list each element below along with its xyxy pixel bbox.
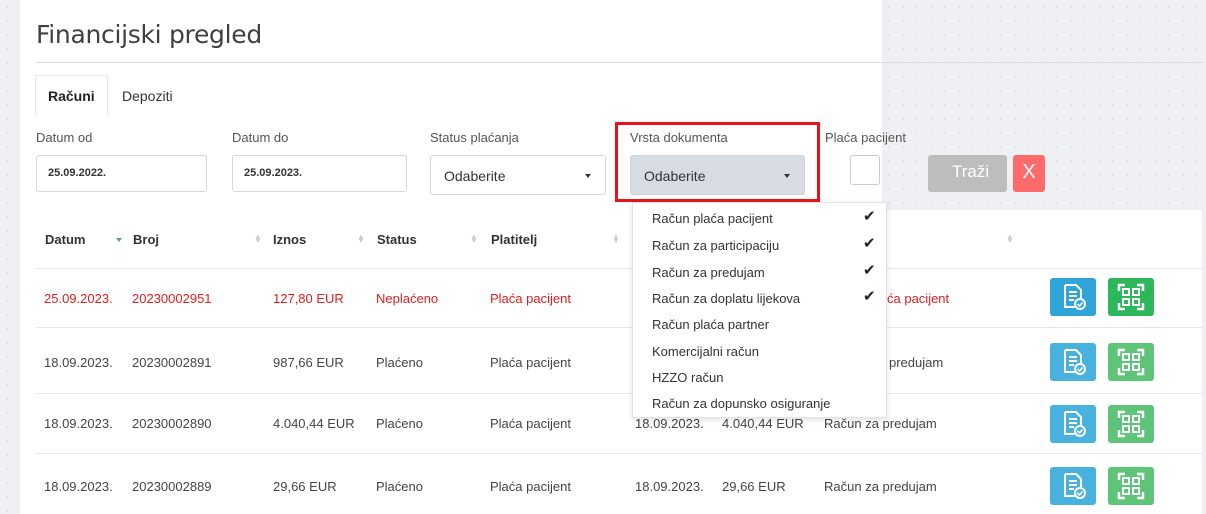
cell-status: Plaćeno — [376, 355, 423, 370]
payment-status-label: Status plaćanja — [430, 130, 519, 145]
caret-down-icon — [784, 174, 790, 178]
patient-pays-checkbox[interactable] — [850, 155, 880, 185]
qr-code-icon — [1117, 283, 1145, 311]
cell-payer: Plaća pacijent — [490, 291, 571, 306]
dropdown-option[interactable]: Račun za doplatu lijekova — [652, 291, 800, 306]
cell-date: 18.09.2023. — [44, 416, 113, 431]
cell-type: ća pacijent — [887, 291, 950, 306]
col-header-amount[interactable]: Iznos — [273, 232, 306, 247]
title-divider — [36, 62, 1202, 63]
invoice-view-button[interactable] — [1050, 278, 1096, 316]
invoice-check-icon — [1064, 411, 1086, 437]
cell-payer: Plaća pacijent — [490, 355, 571, 370]
doc-type-value: Odaberite — [644, 168, 706, 184]
sort-icon[interactable]: ▲ ▼ — [612, 233, 620, 245]
sort-icon[interactable]: ▲ ▼ — [1006, 233, 1014, 245]
cell-date: 18.09.2023. — [44, 355, 113, 370]
invoice-check-icon — [1064, 349, 1086, 375]
cell-date: 18.09.2023. — [44, 479, 113, 494]
doc-type-label: Vrsta dokumenta — [630, 130, 728, 145]
sort-icon[interactable]: ▲ ▼ — [254, 233, 262, 245]
sort-desc-icon[interactable] — [116, 238, 122, 242]
sort-icon[interactable]: ▲ ▼ — [357, 233, 365, 245]
cell-status: Neplaćeno — [376, 291, 439, 306]
checkmark-icon: ✔ — [863, 262, 876, 279]
tab-racuni[interactable]: Računi — [48, 88, 95, 104]
cell-type: Račun za predujam — [824, 479, 937, 494]
doc-type-dropdown: Račun plaća pacijent ✔ Račun za particip… — [632, 202, 887, 418]
cell-number: 20230002889 — [132, 479, 212, 494]
dropdown-option[interactable]: Račun za participaciju — [652, 238, 779, 253]
clear-button[interactable]: X — [1013, 155, 1045, 192]
cell-date-2: 18.09.2023. — [635, 479, 704, 494]
cell-amount: 29,66 EUR — [273, 479, 337, 494]
col-header-payer[interactable]: Platitelj — [491, 232, 537, 247]
col-header-date[interactable]: Datum — [45, 232, 85, 247]
cell-amount-2: 4.040,44 EUR — [722, 416, 804, 431]
invoice-view-button[interactable] — [1050, 405, 1096, 443]
cell-status: Plaćeno — [376, 479, 423, 494]
invoice-view-button[interactable] — [1050, 467, 1096, 505]
col-header-number[interactable]: Broj — [133, 232, 159, 247]
cell-amount: 4.040,44 EUR — [273, 416, 355, 431]
date-from-label: Datum od — [36, 130, 93, 145]
invoice-check-icon — [1064, 473, 1086, 499]
payment-status-value: Odaberite — [444, 168, 506, 184]
cell-amount: 987,66 EUR — [273, 355, 344, 370]
row-divider — [36, 393, 1202, 394]
cell-type: predujam — [889, 355, 944, 370]
checkmark-icon: ✔ — [863, 235, 876, 252]
search-button[interactable]: Traži — [928, 155, 1007, 192]
cell-number: 20230002891 — [132, 355, 212, 370]
qr-code-icon — [1117, 410, 1145, 438]
col-header-status[interactable]: Status — [377, 232, 417, 247]
payment-status-select[interactable]: Odaberite — [430, 155, 606, 195]
qr-code-icon — [1117, 472, 1145, 500]
row-divider — [36, 327, 1202, 328]
dropdown-option[interactable]: Račun plaća pacijent — [652, 211, 773, 226]
qr-code-icon — [1117, 348, 1145, 376]
sort-icon[interactable]: ▲ ▼ — [470, 233, 478, 245]
row-divider — [36, 453, 1202, 454]
date-to-input[interactable]: 25.09.2023. — [232, 155, 407, 192]
cell-date-2: 18.09.2023. — [635, 416, 704, 431]
dropdown-option[interactable]: HZZO račun — [652, 370, 724, 385]
tab-depoziti[interactable]: Depoziti — [122, 88, 173, 104]
qr-code-button[interactable] — [1108, 405, 1154, 443]
dropdown-option[interactable]: Račun za dopunsko osiguranje — [652, 396, 831, 411]
cell-number: 20230002951 — [132, 291, 212, 306]
cell-amount: 127,80 EUR — [273, 291, 344, 306]
qr-code-button[interactable] — [1108, 343, 1154, 381]
row-divider — [36, 268, 1202, 269]
invoice-check-icon — [1064, 284, 1086, 310]
date-from-input[interactable]: 25.09.2022. — [36, 155, 207, 192]
patient-pays-label: Plaća pacijent — [825, 130, 906, 145]
cell-payer: Plaća pacijent — [490, 479, 571, 494]
dropdown-option[interactable]: Račun za predujam — [652, 265, 765, 280]
checkmark-icon: ✔ — [863, 208, 876, 225]
dropdown-option[interactable]: Račun plaća partner — [652, 317, 769, 332]
qr-code-button[interactable] — [1108, 278, 1154, 316]
cell-amount-2: 29,66 EUR — [722, 479, 786, 494]
cell-payer: Plaća pacijent — [490, 416, 571, 431]
qr-code-button[interactable] — [1108, 467, 1154, 505]
doc-type-select[interactable]: Odaberite — [630, 155, 805, 195]
dropdown-option[interactable]: Komercijalni račun — [652, 344, 759, 359]
date-to-label: Datum do — [232, 130, 289, 145]
cell-status: Plaćeno — [376, 416, 423, 431]
invoice-view-button[interactable] — [1050, 343, 1096, 381]
page-title: Financijski pregled — [36, 20, 262, 49]
checkmark-icon: ✔ — [863, 288, 876, 305]
caret-down-icon — [585, 174, 591, 178]
cell-type: Račun za predujam — [824, 416, 937, 431]
cell-date: 25.09.2023. — [44, 291, 113, 306]
cell-number: 20230002890 — [132, 416, 212, 431]
